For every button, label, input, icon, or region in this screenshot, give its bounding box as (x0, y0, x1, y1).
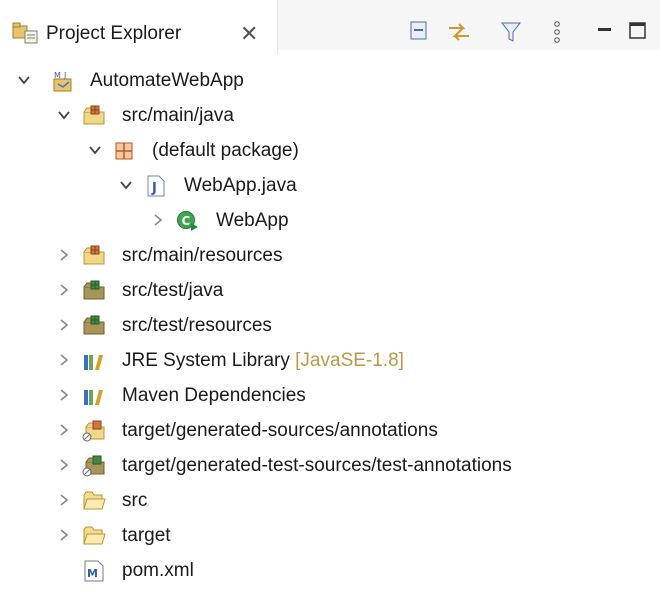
tree-item-label: target (122, 525, 171, 546)
tree-item-label: src/main/java (122, 105, 234, 126)
tree-item-label: JRE System Library [JavaSE-1.8] (122, 350, 404, 371)
chevron-right-icon[interactable] (57, 248, 71, 262)
tree-item-label: AutomateWebApp (90, 70, 244, 91)
close-icon[interactable]: ✕ (240, 23, 258, 45)
chevron-right-icon[interactable] (57, 318, 71, 332)
maximize-icon[interactable] (628, 20, 648, 47)
chevron-right-icon[interactable] (57, 423, 71, 437)
chevron-down-icon[interactable] (119, 178, 133, 192)
tree-item-src-main-resources[interactable]: src/main/resources (0, 239, 660, 273)
generated-source-folder-icon (82, 420, 105, 442)
tree-item-label: (default package) (152, 140, 299, 161)
tree-item-generated-test-sources[interactable]: target/generated-test-sources/test-annot… (0, 449, 660, 483)
chevron-down-icon[interactable] (57, 108, 71, 122)
tree-item-label: WebApp.java (184, 175, 297, 196)
tree-item-src-test-java[interactable]: src/test/java (0, 274, 660, 308)
tree-item-jre-system-library[interactable]: JRE System Library [JavaSE-1.8] (0, 344, 660, 378)
svg-text:J: J (63, 71, 66, 80)
svg-text:M: M (87, 567, 98, 580)
maven-pom-icon: M (84, 560, 104, 582)
tree-item-webapp-class[interactable]: C WebApp (0, 204, 660, 238)
svg-text:J: J (151, 181, 157, 196)
chevron-right-icon[interactable] (151, 213, 165, 227)
tree-item-webapp-java[interactable]: J WebApp.java (0, 169, 660, 203)
tree-item-src-test-resources[interactable]: src/test/resources (0, 309, 660, 343)
source-folder-icon (83, 245, 105, 265)
tree-item-label: Maven Dependencies (122, 385, 306, 406)
tree-item-default-package[interactable]: (default package) (0, 134, 660, 168)
chevron-right-icon[interactable] (57, 493, 71, 507)
chevron-right-icon[interactable] (57, 528, 71, 542)
folder-icon (83, 491, 106, 510)
tree-item-label: src/test/java (122, 280, 224, 301)
view-title: Project Explorer (46, 23, 182, 44)
tree-item-automatewebapp[interactable]: M J AutomateWebApp (0, 64, 660, 98)
test-source-folder-icon (83, 315, 105, 335)
tree-item-label: pom.xml (122, 560, 194, 581)
tree-item-label: src (122, 490, 148, 511)
minimize-icon[interactable] (596, 20, 614, 45)
folder-icon (83, 526, 106, 545)
tree-item-label: target/generated-sources/annotations (122, 420, 438, 441)
view-header: Project Explorer ✕ (0, 0, 660, 54)
tab-project-explorer[interactable]: Project Explorer ✕ (0, 0, 278, 54)
link-with-editor-icon[interactable] (446, 20, 472, 49)
java-file-icon: J (147, 175, 165, 197)
library-icon (84, 355, 103, 370)
tree-item-label: src/main/resources (122, 245, 283, 266)
source-folder-icon (83, 105, 105, 125)
svg-text:M: M (54, 71, 61, 80)
java-class-icon: C (177, 211, 198, 231)
tree-item-label: WebApp (216, 210, 289, 231)
test-source-folder-icon (83, 280, 105, 300)
chevron-right-icon[interactable] (57, 353, 71, 367)
chevron-right-icon[interactable] (57, 283, 71, 297)
chevron-down-icon[interactable] (88, 143, 102, 157)
chevron-right-icon[interactable] (57, 388, 71, 402)
tree-item-generated-sources[interactable]: target/generated-sources/annotations (0, 414, 660, 448)
view-menu-icon[interactable] (552, 20, 562, 49)
tree-item-label: src/test/resources (122, 315, 272, 336)
svg-text:C: C (182, 214, 191, 228)
chevron-right-icon[interactable] (57, 458, 71, 472)
tree-item-target[interactable]: target (0, 519, 660, 553)
chevron-down-icon[interactable] (17, 73, 31, 87)
package-icon (115, 142, 133, 160)
tree-item-maven-dependencies[interactable]: Maven Dependencies (0, 379, 660, 413)
library-icon (84, 390, 103, 405)
tree-item-pom-xml[interactable]: M pom.xml (0, 554, 660, 588)
tree-item-label: target/generated-test-sources/test-annot… (122, 455, 512, 476)
maven-project-icon: M J (53, 71, 72, 92)
tree-item-src[interactable]: src (0, 484, 660, 518)
tree-item-decoration: [JavaSE-1.8] (295, 350, 404, 371)
tree-item-src-main-java[interactable]: src/main/java (0, 99, 660, 133)
filter-icon[interactable] (500, 20, 522, 49)
project-explorer-icon (12, 22, 40, 49)
generated-test-source-folder-icon (82, 455, 105, 477)
collapse-all-icon[interactable] (408, 20, 430, 47)
